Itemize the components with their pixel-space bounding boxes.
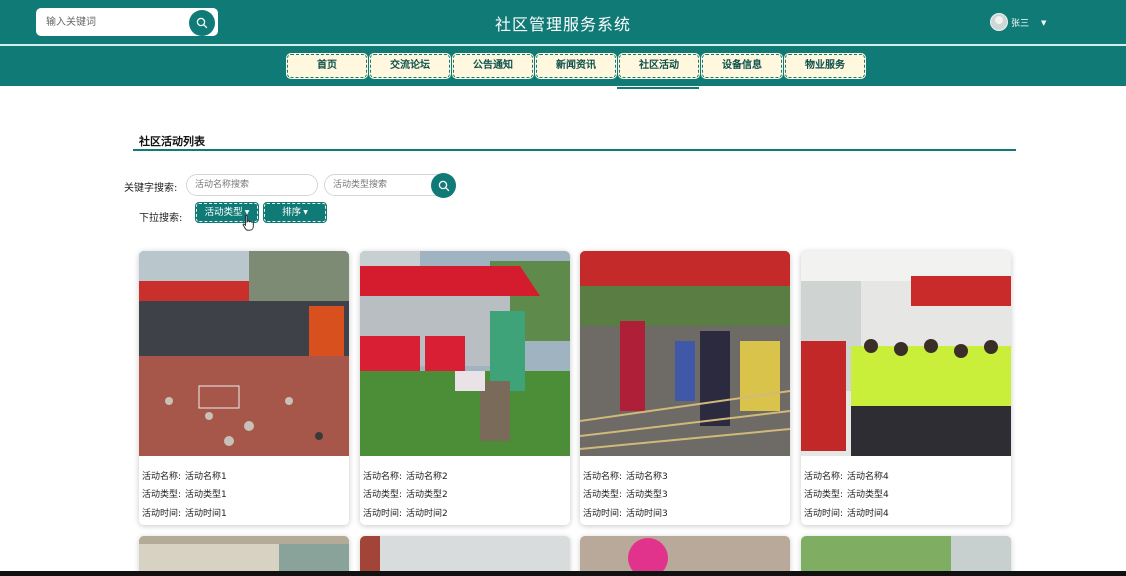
card-name-value: 活动名称1 (185, 472, 227, 482)
card-type-label: 活动类型: (804, 490, 844, 500)
card-name-value: 活动名称4 (847, 472, 889, 482)
card-type-value: 活动类型2 (406, 490, 448, 500)
card-time-label: 活动时间: (583, 509, 623, 519)
activity-card[interactable]: 活动名称: 活动名称4 活动类型: 活动类型4 活动时间: 活动时间4 (801, 251, 1011, 525)
app-title: 社区管理服务系统 (494, 15, 631, 34)
activity-card[interactable]: 活动名称: 活动名称3 活动类型: 活动类型3 活动时间: 活动时间3 (580, 251, 790, 525)
nav-item-news[interactable]: 新闻资讯 (535, 53, 617, 79)
card-time-value: 活动时间1 (185, 509, 227, 519)
title-divider (133, 149, 1016, 151)
card-time-value: 活动时间4 (847, 509, 889, 519)
activity-photo (801, 536, 1011, 576)
street-activity-photo (139, 251, 349, 456)
sort-dropdown[interactable]: 排序 ▼ (263, 202, 327, 223)
card-type-value: 活动类型3 (626, 490, 668, 500)
card-name-value: 活动名称3 (626, 472, 668, 482)
card-name-label: 活动名称: (363, 472, 403, 482)
avatar[interactable] (990, 13, 1008, 31)
card-time-label: 活动时间: (142, 509, 182, 519)
sort-dropdown-label: 排序 (282, 207, 302, 218)
activity-card[interactable] (801, 536, 1011, 576)
keyword-search-label: 关键字搜索: (124, 183, 178, 194)
nav-item-activities[interactable]: 社区活动 (618, 53, 700, 79)
card-type-label: 活动类型: (363, 490, 403, 500)
activity-card[interactable] (580, 536, 790, 576)
header-divider (0, 44, 1126, 46)
card-time-label: 活动时间: (804, 509, 844, 519)
active-nav-indicator (617, 87, 699, 89)
children-class-photo (801, 251, 1011, 456)
activity-photo (139, 536, 349, 576)
activity-card[interactable] (139, 536, 349, 576)
card-type-label: 活动类型: (583, 490, 623, 500)
nav-item-property[interactable]: 物业服务 (784, 53, 866, 79)
activity-photo (360, 536, 570, 576)
nav-item-home[interactable]: 首页 (286, 53, 368, 79)
nav-item-forum[interactable]: 交流论坛 (369, 53, 451, 79)
card-name-label: 活动名称: (583, 472, 623, 482)
caret-down-icon: ▼ (303, 209, 308, 216)
card-type-value: 活动类型1 (185, 490, 227, 500)
activity-photo (580, 536, 790, 576)
card-name-value: 活动名称2 (406, 472, 448, 482)
activity-name-search-input[interactable] (186, 174, 318, 196)
bamboo-dance-photo (580, 251, 790, 456)
activity-card[interactable]: 活动名称: 活动名称2 活动类型: 活动类型2 活动时间: 活动时间2 (360, 251, 570, 525)
chevron-down-icon[interactable]: ▼ (1041, 19, 1046, 27)
hand-cursor-icon (242, 215, 254, 231)
keyword-search-button[interactable] (431, 173, 456, 198)
card-type-label: 活动类型: (142, 490, 182, 500)
user-name[interactable]: 张三 (1011, 16, 1029, 29)
tent-game-photo (360, 251, 570, 456)
card-name-label: 活动名称: (804, 472, 844, 482)
card-type-value: 活动类型4 (847, 490, 889, 500)
nav-item-notices[interactable]: 公告通知 (452, 53, 534, 79)
search-icon (438, 180, 450, 192)
nav-item-devices[interactable]: 设备信息 (701, 53, 783, 79)
card-name-label: 活动名称: (142, 472, 182, 482)
card-time-value: 活动时间2 (406, 509, 448, 519)
dropdown-search-label: 下拉搜索: (139, 213, 183, 224)
page-title: 社区活动列表 (139, 135, 205, 148)
activity-card[interactable] (360, 536, 570, 576)
card-time-value: 活动时间3 (626, 509, 668, 519)
activity-type-dropdown-label: 活动类型 (204, 207, 243, 218)
window-bottom-edge (0, 571, 1126, 576)
card-time-label: 活动时间: (363, 509, 403, 519)
activity-card[interactable]: 活动名称: 活动名称1 活动类型: 活动类型1 活动时间: 活动时间1 (139, 251, 349, 525)
